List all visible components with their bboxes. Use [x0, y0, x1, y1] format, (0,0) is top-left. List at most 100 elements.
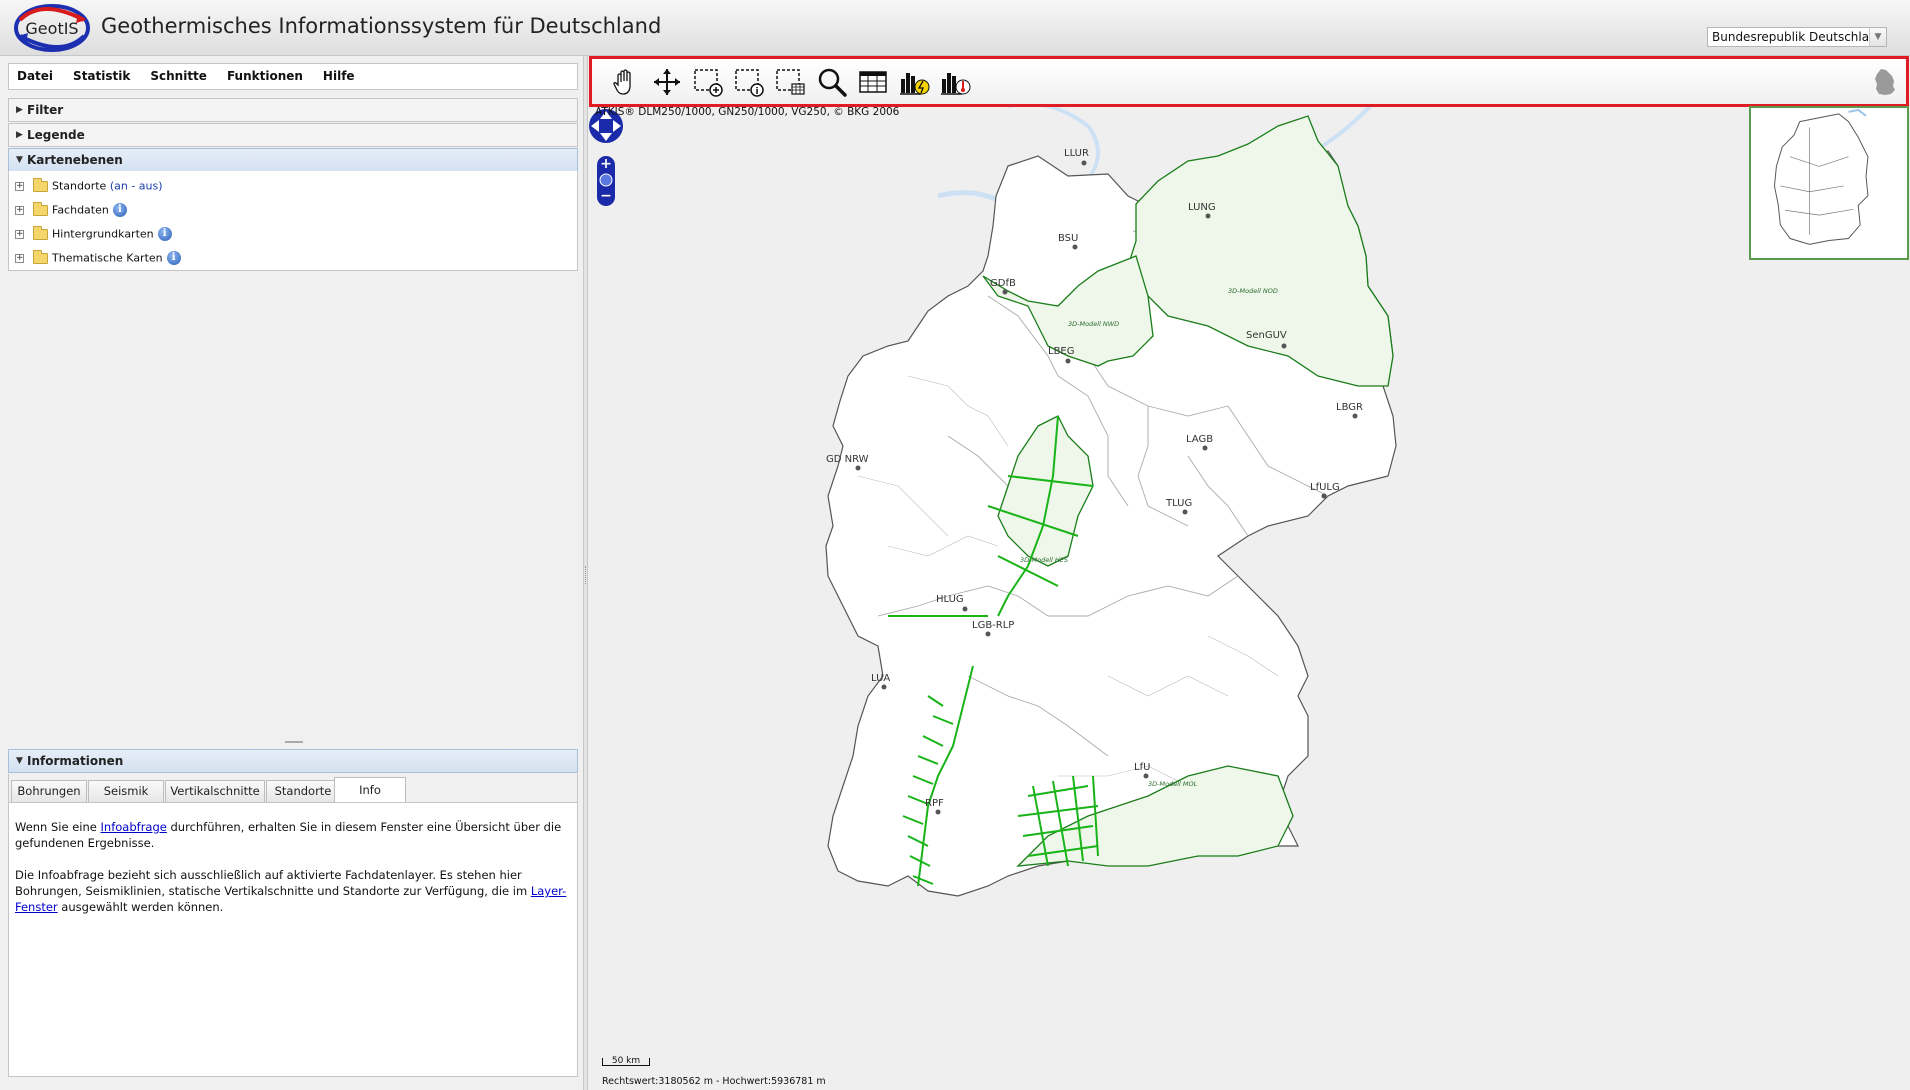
model-label-hes: 3D-Modell HES	[1020, 556, 1068, 564]
app-title: Geothermisches Informationssystem für De…	[101, 14, 662, 38]
svg-text:i: i	[755, 87, 758, 97]
info-tabs: Bohrungen Seismik Vertikalschnitte Stand…	[8, 774, 578, 803]
layer-tree: + Standorte (an - aus) + Fachdaten i + Hinte…	[8, 171, 578, 271]
filter-header[interactable]: ▶ Filter	[8, 98, 578, 122]
location-bsu[interactable]: BSU	[1058, 233, 1078, 244]
layer-fachdaten[interactable]: + Fachdaten i	[15, 201, 127, 221]
map-toolbar: i	[589, 56, 1909, 107]
expand-icon[interactable]: +	[15, 229, 24, 239]
germany-silhouette-icon[interactable]	[1872, 67, 1898, 97]
menu-statistik[interactable]: Statistik	[63, 64, 140, 89]
kartenebenen-label: Kartenebenen	[27, 153, 123, 167]
layer-thematische-karten[interactable]: + Thematische Karten i	[15, 249, 181, 269]
map-coordinates: Rechtswert:3180562 m - Hochwert:5936781 …	[602, 1076, 826, 1087]
legende-label: Legende	[27, 128, 85, 142]
main-menu: Datei Statistik Schnitte Funktionen Hilfe	[8, 63, 578, 90]
zoom-in-icon[interactable]: +	[600, 156, 612, 172]
info-icon[interactable]: i	[166, 251, 181, 265]
info-paragraph-1: Wenn Sie eine Infoabfrage durchführen, e…	[15, 820, 562, 850]
location-lgb-rlp[interactable]: LGB-RLP	[972, 620, 1014, 631]
info-icon[interactable]: i	[157, 227, 172, 241]
layer-label: Thematische Karten	[52, 251, 163, 265]
scale-label: 50 km	[602, 1057, 650, 1066]
location-lung[interactable]: LUNG	[1188, 202, 1216, 213]
location-lua[interactable]: LUA	[871, 673, 890, 684]
pan-hand-icon[interactable]	[608, 65, 642, 99]
layer-hintergrundkarten[interactable]: + Hintergrundkarten i	[15, 225, 172, 245]
info-content: Wenn Sie eine Infoabfrage durchführen, e…	[8, 802, 578, 1077]
zoom-extent-icon[interactable]	[650, 65, 684, 99]
informationen-label: Informationen	[27, 754, 124, 768]
caret-down-icon: ▼	[16, 155, 23, 165]
folder-icon	[33, 177, 48, 192]
tab-seismik[interactable]: Seismik	[88, 780, 164, 802]
info-icon[interactable]: i	[112, 203, 127, 217]
search-icon[interactable]	[815, 65, 849, 99]
menu-hilfe[interactable]: Hilfe	[313, 64, 365, 89]
logo-text: GeotIS	[25, 19, 78, 38]
layer-label: Standorte	[52, 179, 107, 193]
menu-funktionen[interactable]: Funktionen	[217, 64, 313, 89]
model-label-mol: 3D-Modell MOL	[1148, 780, 1198, 788]
tab-vertikalschnitte[interactable]: Vertikalschnitte	[165, 780, 265, 802]
folder-icon	[33, 249, 48, 264]
germany-map[interactable]: 3D-Modell NOD 3D-Modell NWD 3D-Modell HE…	[588, 56, 1910, 1090]
info-paragraph-2: Die Infoabfrage bezieht sich ausschließl…	[15, 868, 567, 914]
expand-icon[interactable]: +	[15, 205, 24, 215]
menu-datei[interactable]: Datei	[9, 64, 63, 89]
info-panel: ▼ Informationen Bohrungen Seismik Vertik…	[8, 749, 578, 1079]
folder-icon	[33, 201, 48, 216]
tab-bohrungen[interactable]: Bohrungen	[11, 780, 87, 802]
model-label-nwd: 3D-Modell NWD	[1068, 320, 1119, 328]
region-select[interactable]: Bundesrepublik Deutschland ▼	[1707, 27, 1887, 47]
location-hlug[interactable]: HLUG	[936, 594, 964, 605]
model-label-nod: 3D-Modell NOD	[1228, 287, 1278, 295]
layer-standorte[interactable]: + Standorte (an - aus)	[15, 177, 163, 197]
info-box-icon[interactable]: i	[732, 65, 766, 99]
infoabfrage-link[interactable]: Infoabfrage	[101, 820, 167, 834]
panel-splitter[interactable]	[285, 741, 303, 743]
zoom-out-icon[interactable]: −	[600, 188, 612, 204]
location-lfu[interactable]: LfU	[1134, 762, 1150, 773]
tab-info[interactable]: Info	[334, 777, 406, 803]
app-header: GeotIS Geothermisches Informationssystem…	[0, 0, 1910, 56]
left-panel: Datei Statistik Schnitte Funktionen Hilfe ▶ …	[0, 56, 583, 1090]
location-lbeg[interactable]: LBEG	[1048, 346, 1075, 357]
geotis-logo: GeotIS	[14, 4, 90, 52]
layer-label: Fachdaten	[52, 203, 109, 217]
scale-bar: 50 km	[602, 1057, 650, 1066]
location-rpf[interactable]: RPF	[925, 798, 944, 809]
layer-label: Hintergrundkarten	[52, 227, 154, 241]
location-lfulg[interactable]: LfULG	[1310, 482, 1340, 493]
informationen-header[interactable]: ▼ Informationen	[8, 749, 578, 773]
location-gdfb[interactable]: GDfB	[990, 278, 1016, 289]
location-senguv[interactable]: SenGUV	[1246, 330, 1287, 341]
map-area[interactable]: 3D-Modell NOD 3D-Modell NWD 3D-Modell HE…	[588, 56, 1910, 1090]
caret-right-icon: ▶	[16, 130, 23, 140]
location-gd-nrw[interactable]: GD NRW	[826, 454, 869, 465]
folder-icon	[33, 225, 48, 240]
location-lbgr[interactable]: LBGR	[1336, 402, 1363, 413]
statistics-temperature-icon[interactable]	[938, 65, 972, 99]
legende-header[interactable]: ▶ Legende	[8, 123, 578, 147]
location-llur[interactable]: LLUR	[1064, 148, 1089, 159]
caret-right-icon: ▶	[16, 105, 23, 115]
tab-standorte[interactable]: Standorte	[266, 780, 340, 802]
filter-label: Filter	[27, 103, 64, 117]
expand-icon[interactable]: +	[15, 253, 24, 263]
table-icon[interactable]	[856, 65, 890, 99]
expand-icon[interactable]: +	[15, 181, 24, 191]
caret-down-icon: ▼	[16, 756, 23, 766]
statistics-power-icon[interactable]	[897, 65, 931, 99]
table-box-icon[interactable]	[773, 65, 807, 99]
overview-map[interactable]	[1749, 106, 1909, 260]
menu-schnitte[interactable]: Schnitte	[140, 64, 217, 89]
region-select-value: Bundesrepublik Deutschland	[1712, 30, 1885, 44]
location-lagb[interactable]: LAGB	[1186, 434, 1213, 445]
kartenebenen-header[interactable]: ▼ Kartenebenen	[8, 148, 578, 172]
map-navigation[interactable]: + −	[589, 109, 623, 206]
standorte-toggle-link[interactable]: (an - aus)	[110, 180, 163, 193]
zoom-box-icon[interactable]	[691, 65, 725, 99]
chevron-down-icon[interactable]: ▼	[1869, 28, 1886, 46]
location-tlug[interactable]: TLUG	[1165, 498, 1192, 509]
